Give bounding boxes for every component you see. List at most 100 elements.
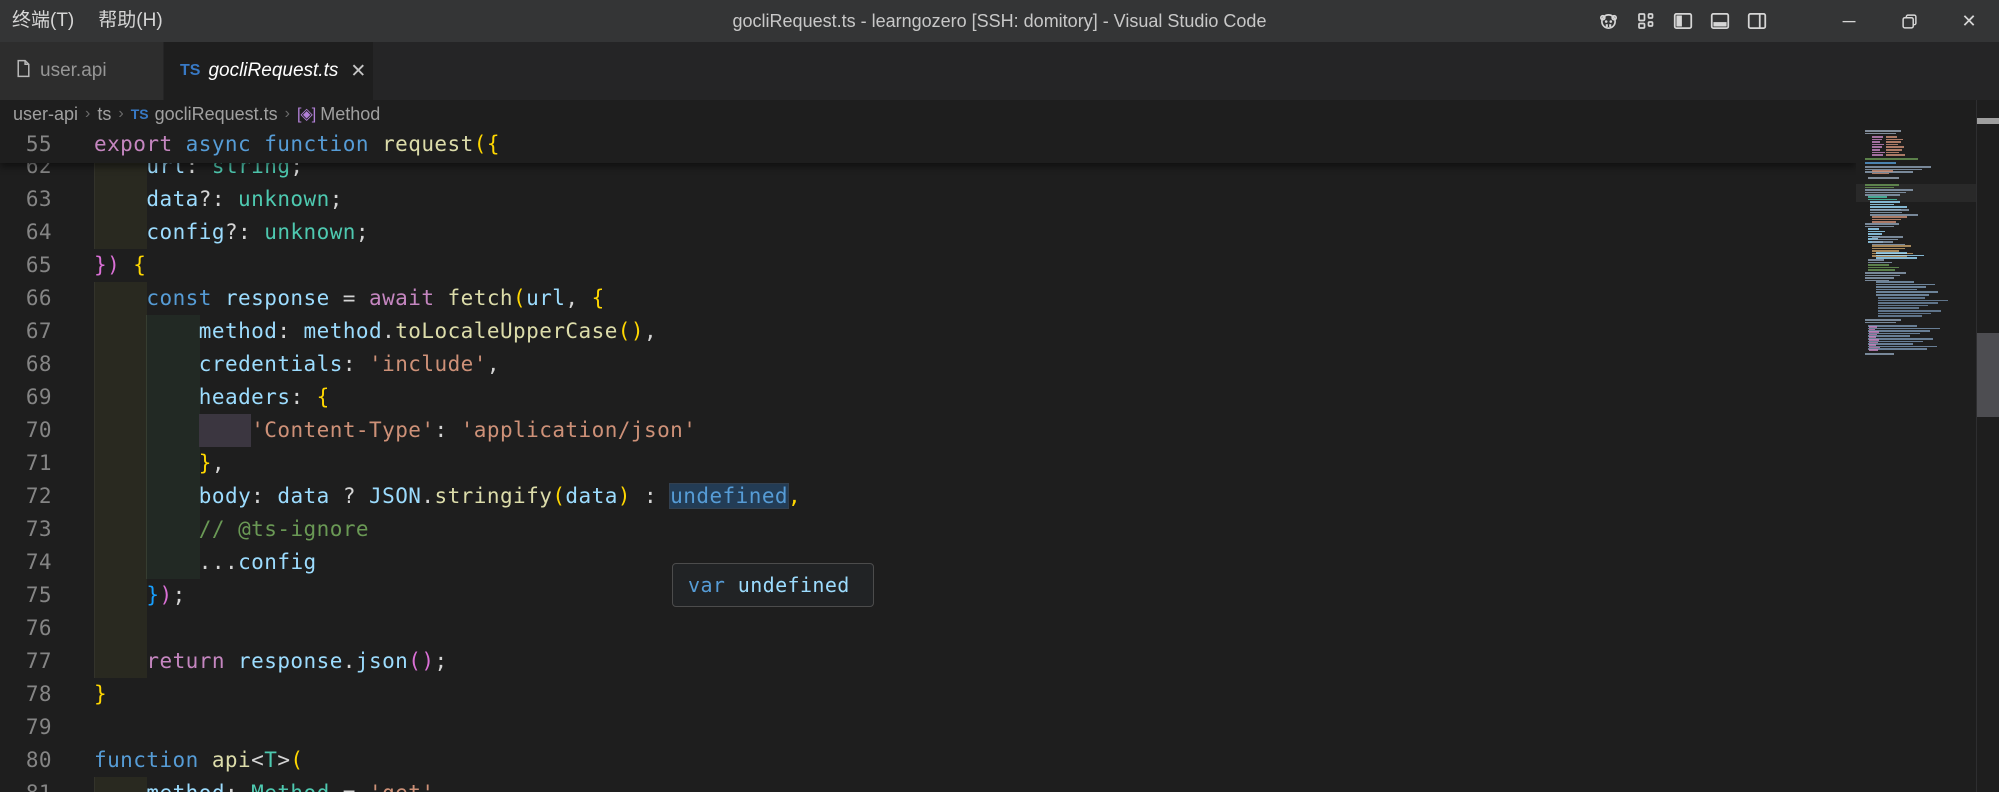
minimap-code-bar: [1872, 241, 1893, 243]
breadcrumb-item-file[interactable]: gocliRequest.ts: [155, 104, 278, 125]
minimap-code-bar: [1872, 152, 1885, 154]
toggle-panel-icon[interactable]: [1701, 0, 1738, 42]
code-line[interactable]: 63data?: unknown;: [0, 183, 1856, 216]
menu-terminal[interactable]: 终端(T): [0, 0, 86, 42]
minimap-code-bar: [1868, 262, 1892, 264]
scrollbar-track[interactable]: [1977, 100, 1999, 792]
minimap-code-bar: [1886, 152, 1899, 154]
line-number: 66: [0, 282, 52, 315]
minimap-code-bar: [1865, 133, 1896, 135]
line-number: 75: [0, 579, 52, 612]
sticky-scroll-line[interactable]: 55export async function request({: [0, 128, 1856, 163]
tab-label: user.api: [40, 60, 107, 82]
code-line[interactable]: 73// @ts-ignore: [0, 513, 1856, 546]
indent-guide-tint: [94, 579, 147, 612]
minimap-code-bar: [1870, 212, 1902, 214]
line-number: 80: [0, 744, 52, 777]
tab-goclirequest[interactable]: TS gocliRequest.ts ✕: [164, 42, 373, 100]
code-line[interactable]: 67method: method.toLocaleUpperCase(),: [0, 315, 1856, 348]
file-icon: [16, 59, 31, 84]
restore-button[interactable]: [1879, 0, 1939, 42]
minimap-code-bar: [1878, 300, 1948, 302]
minimap-code-bar: [1872, 154, 1883, 156]
minimap-code-bar: [1865, 192, 1906, 194]
indent-guide-tint: [94, 546, 147, 579]
minimap-code-bar: [1869, 344, 1876, 346]
code-line[interactable]: 79: [0, 711, 1856, 744]
minimap-code-bar: [1868, 196, 1887, 198]
minimap-code-bar: [1868, 269, 1895, 271]
scrollbar-thumb[interactable]: [1977, 333, 1999, 417]
line-number: 63: [0, 183, 52, 216]
copilot-icon[interactable]: [1590, 0, 1627, 42]
code-line[interactable]: 64config?: unknown;: [0, 216, 1856, 249]
minimap-code-bar: [1869, 347, 1880, 349]
breadcrumb-item-symbol[interactable]: Method: [320, 104, 380, 125]
minimap-code-bar: [1872, 239, 1898, 241]
minimap-code-bar: [1876, 252, 1907, 254]
code-line[interactable]: 80function api<T>(: [0, 744, 1856, 777]
vscode-window: 终端(T) 帮助(H) gocliRequest.ts - learngozer…: [0, 0, 1999, 792]
indent-guide-tint: [146, 315, 199, 348]
minimap-code-bar: [1868, 259, 1884, 261]
breadcrumb-item-folder[interactable]: ts: [97, 104, 111, 125]
minimap-code-bar: [1878, 315, 1922, 317]
indent-guide-tint: [94, 447, 147, 480]
code-line[interactable]: 74...config: [0, 546, 1856, 579]
minimap-code-bar: [1876, 291, 1938, 293]
customize-layout-icon[interactable]: [1627, 0, 1664, 42]
minimap[interactable]: [1856, 100, 1976, 792]
indent-guide-tint: [94, 183, 147, 216]
minimap-code-bar: [1868, 177, 1899, 179]
close-window-button[interactable]: ✕: [1939, 0, 1999, 42]
minimap-code-bar: [1865, 275, 1900, 277]
minimize-button[interactable]: ─: [1819, 0, 1879, 42]
code-line[interactable]: 77return response.json();: [0, 645, 1856, 678]
code-line[interactable]: 71},: [0, 447, 1856, 480]
menu-help[interactable]: 帮助(H): [86, 0, 174, 42]
toggle-secondary-sidebar-icon[interactable]: [1738, 0, 1775, 42]
code-line[interactable]: 65}) {: [0, 249, 1856, 282]
code-line[interactable]: 55export async function request({: [0, 128, 1856, 161]
minimap-code-bar: [1872, 248, 1905, 250]
minimap-code-bar: [1886, 146, 1904, 148]
indent-guide-tint: [146, 348, 199, 381]
minimap-code-bar: [1869, 331, 1879, 333]
code-line[interactable]: 70'Content-Type': 'application/json': [0, 414, 1856, 447]
line-number: 70: [0, 414, 52, 447]
toggle-primary-sidebar-icon[interactable]: [1664, 0, 1701, 42]
tab-bar: user.api TS gocliRequest.ts ✕ ⋯: [0, 42, 1999, 100]
indent-guide-tint: [94, 645, 147, 678]
code-line[interactable]: 66const response = await fetch(url, {: [0, 282, 1856, 315]
indent-guide-tint: [94, 381, 147, 414]
minimap-code-bar: [1865, 187, 1894, 189]
line-number: 64: [0, 216, 52, 249]
chevron-right-icon: ›: [85, 105, 90, 123]
close-tab-icon[interactable]: ✕: [350, 60, 366, 83]
indent-guide-tint: [94, 777, 147, 792]
code-line[interactable]: 76: [0, 612, 1856, 645]
minimap-code-bar: [1865, 319, 1901, 321]
indent-guide-tint: [94, 315, 147, 348]
code-line[interactable]: 78}: [0, 678, 1856, 711]
minimap-code-bar: [1868, 233, 1882, 235]
minimap-code-bar: [1872, 170, 1893, 172]
indent-guide-tint: [94, 612, 147, 645]
code-line[interactable]: 72body: data ? JSON.stringify(data) : un…: [0, 480, 1856, 513]
minimap-code-bar: [1865, 353, 1894, 355]
line-number: 72: [0, 480, 52, 513]
indent-guide-tint: [94, 480, 147, 513]
code-line[interactable]: 69headers: {: [0, 381, 1856, 414]
typescript-icon: TS: [180, 62, 200, 80]
tab-user-api[interactable]: user.api: [0, 42, 164, 100]
code-line[interactable]: 75});: [0, 579, 1856, 612]
breadcrumb-item-folder[interactable]: user-api: [13, 104, 78, 125]
code-line[interactable]: 68credentials: 'include',: [0, 348, 1856, 381]
minimap-code-bar: [1872, 139, 1882, 141]
minimap-code-bar: [1868, 328, 1940, 330]
minimap-code-bar: [1878, 297, 1925, 299]
code-editor[interactable]: 62url: string;63data?: unknown;64config?…: [0, 128, 1856, 792]
code-line[interactable]: 81method: Method = 'get',: [0, 777, 1856, 792]
minimap-code-bar: [1872, 146, 1882, 148]
tooltip-word: undefined: [738, 573, 850, 597]
